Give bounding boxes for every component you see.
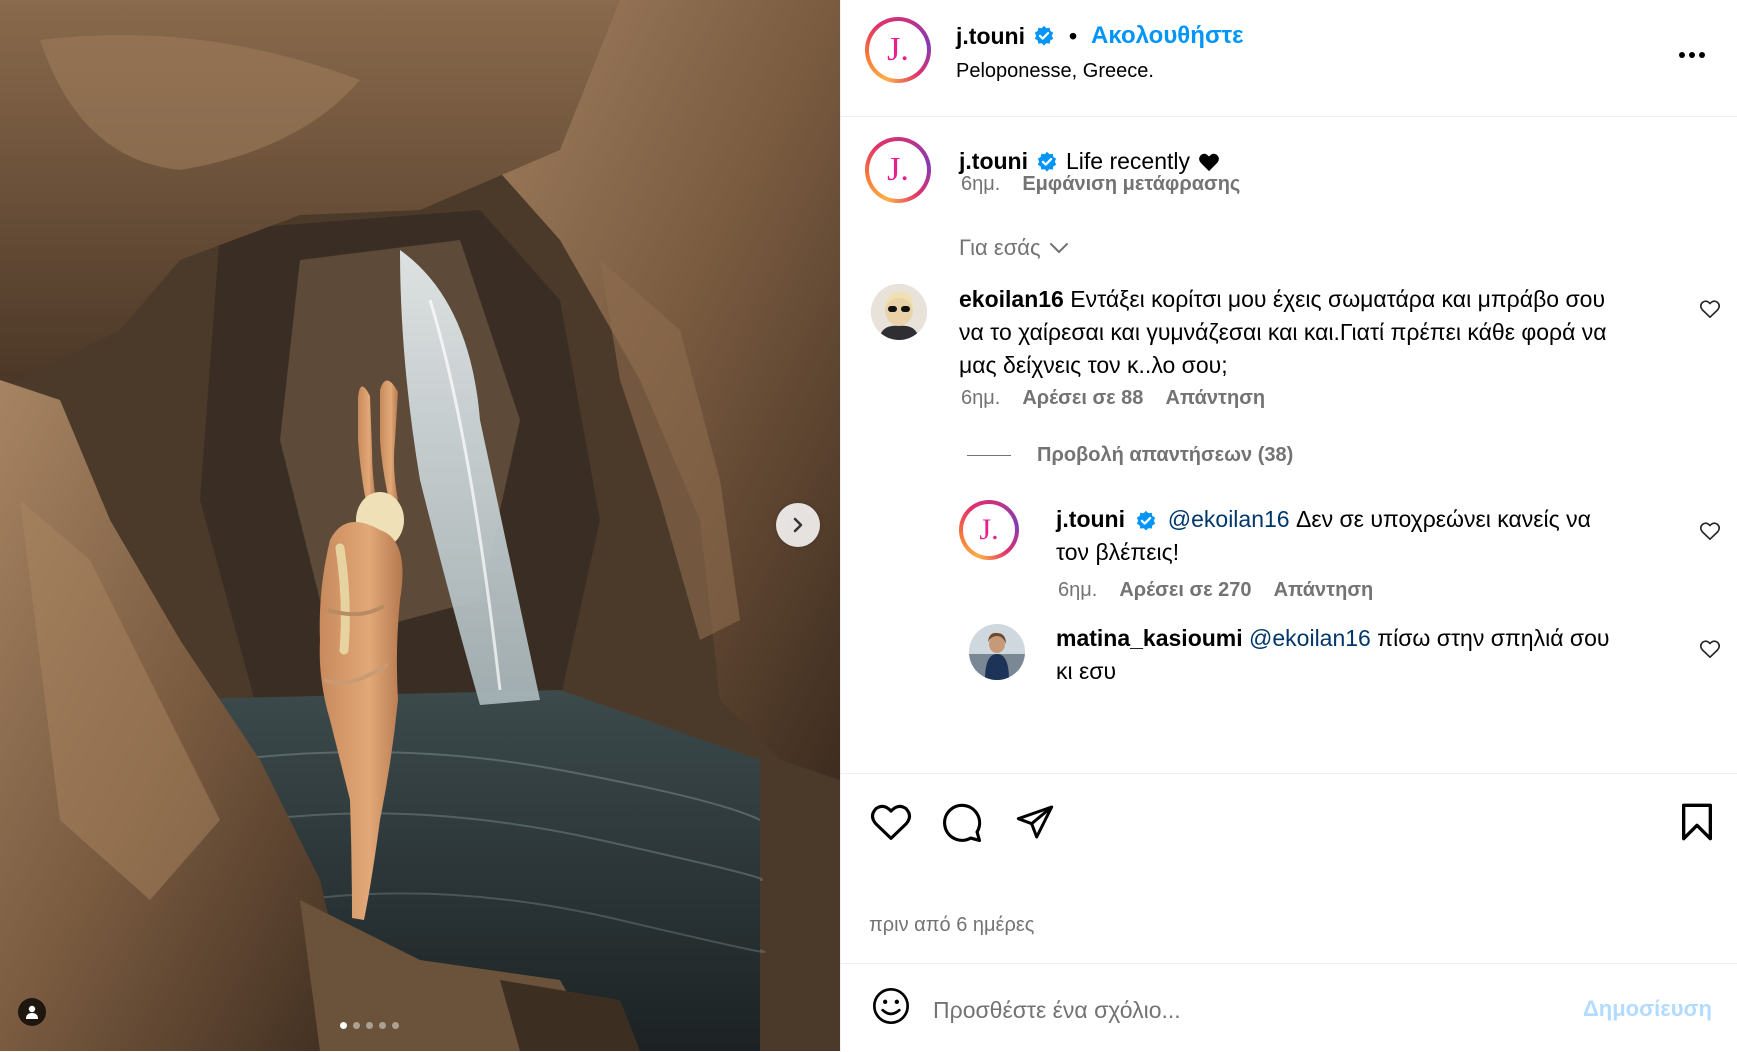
like-post-icon[interactable] xyxy=(869,802,913,842)
reply-username[interactable]: j.touni xyxy=(1056,506,1125,532)
replies-divider-line xyxy=(967,455,1011,456)
chevron-down-icon xyxy=(1049,243,1068,253)
reply-time[interactable]: 6ημ. xyxy=(1058,579,1097,602)
avatar-photo xyxy=(969,624,1025,680)
reply-username[interactable]: matina_kasioumi xyxy=(1056,625,1243,651)
comment-likes[interactable]: Αρέσει σε 88 xyxy=(1022,387,1143,410)
post-actions: πριν από 6 ημέρες xyxy=(841,773,1737,964)
reply-body: matina_kasioumi @ekoilan16 πίσω στην σπη… xyxy=(1056,622,1616,688)
carousel-dot xyxy=(353,1022,360,1029)
more-options-icon[interactable] xyxy=(1677,40,1707,70)
reply-mention[interactable]: @ekoilan16 xyxy=(1168,506,1290,532)
comment-sort-dropdown[interactable]: Για εσάς xyxy=(959,235,1069,261)
next-image-button[interactable] xyxy=(776,503,820,547)
reply-meta: 6ημ. Αρέσει σε 270 Απάντηση xyxy=(1058,579,1373,602)
caption-avatar[interactable]: J. xyxy=(865,137,931,203)
avatar-photo xyxy=(871,284,927,340)
reply-button[interactable]: Απάντηση xyxy=(1165,387,1265,410)
post-header: J. j.touni • Ακολουθήστε Peloponesse, Gr… xyxy=(841,0,1737,117)
caption-time[interactable]: 6ημ. xyxy=(961,173,1000,196)
like-comment-icon[interactable] xyxy=(1699,639,1721,659)
post-image[interactable] xyxy=(0,0,840,1051)
post-side-panel: J. j.touni • Ακολουθήστε Peloponesse, Gr… xyxy=(840,0,1737,1051)
like-comment-icon[interactable] xyxy=(1699,299,1721,319)
share-icon[interactable] xyxy=(1015,802,1055,842)
see-translation-button[interactable]: Εμφάνιση μετάφρασης xyxy=(1022,173,1240,196)
comments-list[interactable]: J. j.touni Life recently 6ημ. Εμφάνιση μ… xyxy=(841,117,1737,773)
commenter-avatar[interactable] xyxy=(871,284,927,340)
follow-button[interactable]: Ακολουθήστε xyxy=(1091,22,1243,50)
author-username[interactable]: j.touni xyxy=(956,23,1025,50)
avatar-letter: J. xyxy=(869,21,927,79)
emoji-icon[interactable] xyxy=(871,986,911,1026)
reply-mention[interactable]: @ekoilan16 xyxy=(1249,625,1371,651)
reply-button[interactable]: Απάντηση xyxy=(1274,579,1374,602)
author-avatar[interactable]: J. xyxy=(865,17,931,83)
caption-meta: 6ημ. Εμφάνιση μετάφρασης xyxy=(961,173,1240,196)
comment-icon[interactable] xyxy=(941,802,983,844)
verified-badge-icon xyxy=(1037,151,1057,171)
reply-likes[interactable]: Αρέσει σε 270 xyxy=(1119,579,1251,602)
separator-dot: • xyxy=(1068,22,1078,49)
comment-input[interactable] xyxy=(931,992,1515,1028)
reply-body: j.touni @ekoilan16 Δεν σε υποχρεώνει καν… xyxy=(1056,503,1616,569)
sort-label: Για εσάς xyxy=(959,235,1041,260)
header-name-line: j.touni • Ακολουθήστε xyxy=(956,22,1243,50)
like-comment-icon[interactable] xyxy=(1699,521,1721,541)
comment-time[interactable]: 6ημ. xyxy=(961,387,1000,410)
avatar-letter: J. xyxy=(963,504,1015,556)
verified-badge-icon xyxy=(1137,510,1156,531)
carousel-dot xyxy=(379,1022,386,1029)
cave-waterfall-photo xyxy=(0,0,840,1051)
carousel-dot xyxy=(340,1022,347,1029)
comment-body: ekoilan16 Εντάξει κορίτσι μου έχεις σωμα… xyxy=(959,283,1619,382)
comment-username[interactable]: ekoilan16 xyxy=(959,286,1064,312)
tagged-users-button[interactable] xyxy=(18,998,46,1026)
chevron-right-icon xyxy=(793,517,803,533)
comment-composer: Δημοσίευση xyxy=(841,963,1737,1052)
carousel-dot xyxy=(366,1022,373,1029)
verified-badge-icon xyxy=(1034,25,1054,46)
post-location[interactable]: Peloponesse, Greece. xyxy=(956,60,1154,83)
bookmark-icon[interactable] xyxy=(1679,802,1715,842)
comment-meta: 6ημ. Αρέσει σε 88 Απάντηση xyxy=(961,387,1265,410)
post-comment-button[interactable]: Δημοσίευση xyxy=(1583,996,1712,1022)
carousel-indicator xyxy=(340,1022,399,1029)
commenter-avatar[interactable] xyxy=(969,624,1025,680)
post-time-ago[interactable]: πριν από 6 ημέρες xyxy=(869,914,1034,937)
view-replies-button[interactable]: Προβολή απαντήσεων (38) xyxy=(967,444,1293,467)
avatar-letter: J. xyxy=(869,141,927,199)
black-heart-emoji-icon xyxy=(1199,153,1219,171)
reply-avatar[interactable]: J. xyxy=(959,500,1019,560)
user-icon xyxy=(26,1005,38,1019)
carousel-dot xyxy=(392,1022,399,1029)
view-replies-label: Προβολή απαντήσεων (38) xyxy=(1037,444,1294,466)
